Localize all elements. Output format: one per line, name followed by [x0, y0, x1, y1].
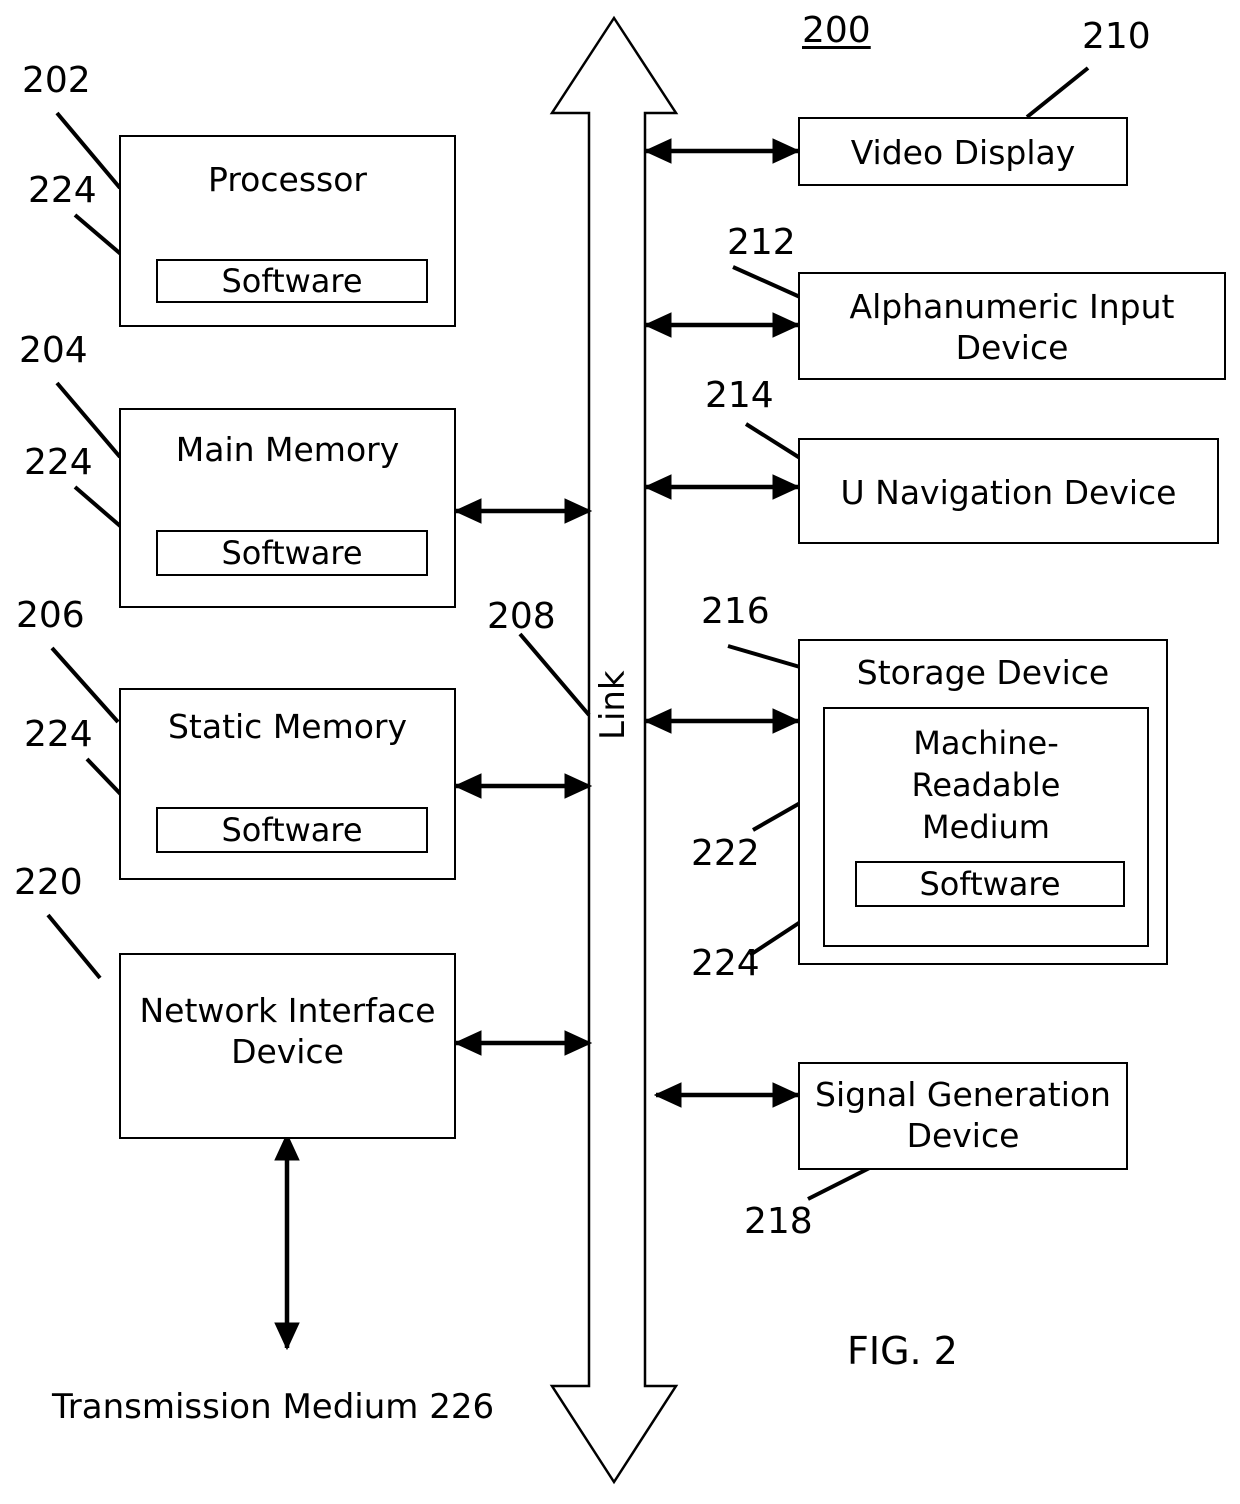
leader-206 [50, 646, 120, 724]
static-memory-label: Static Memory [167, 707, 408, 746]
ref-200-system: 200 [802, 10, 871, 51]
navigation-device-box[interactable]: U Navigation Device [798, 438, 1219, 544]
storage-software-box[interactable]: Software [855, 861, 1125, 907]
transmission-medium-label: Transmission Medium 226 [52, 1387, 495, 1427]
ref-210: 210 [1082, 16, 1151, 57]
leader-214 [744, 422, 802, 460]
leader-208 [518, 632, 591, 717]
ref-222: 222 [691, 833, 760, 874]
ref-220: 220 [14, 862, 83, 903]
processor-label: Processor [208, 160, 367, 199]
patent-figure-2: Processor Software Main Memory Software … [0, 0, 1240, 1504]
ref-206: 206 [16, 595, 85, 636]
signal-generation-device-label: Signal Generation Device [815, 1075, 1111, 1155]
figure-caption: FIG. 2 [847, 1329, 958, 1373]
main-memory-software-box[interactable]: Software [156, 530, 428, 576]
video-display-box[interactable]: Video Display [798, 117, 1128, 186]
static-memory-software-label: Software [221, 811, 363, 849]
link-bus-label: Link [593, 670, 633, 740]
leader-210 [1025, 66, 1090, 119]
signal-generation-device-box[interactable]: Signal Generation Device [798, 1062, 1128, 1170]
storage-device-box[interactable]: Storage Device Machine- Readable Medium … [798, 639, 1168, 965]
ref-202: 202 [22, 60, 91, 101]
static-memory-box[interactable]: Static Memory Software [119, 688, 456, 880]
machine-readable-medium-label: Machine- Readable Medium [911, 724, 1061, 846]
link-bus-arrow [549, 15, 679, 1485]
processor-box[interactable]: Processor Software [119, 135, 456, 327]
processor-software-label: Software [221, 262, 363, 300]
ref-224-static-memory: 224 [24, 714, 93, 755]
network-interface-device-label: Network Interface Device [139, 991, 436, 1071]
ref-212: 212 [727, 222, 796, 263]
main-memory-box[interactable]: Main Memory Software [119, 408, 456, 608]
storage-device-label: Storage Device [856, 653, 1110, 692]
ref-224-processor: 224 [28, 170, 97, 211]
storage-software-label: Software [919, 865, 1061, 903]
leader-216 [727, 644, 801, 669]
static-memory-software-box[interactable]: Software [156, 807, 428, 853]
machine-readable-medium-box[interactable]: Machine- Readable Medium Software [823, 707, 1149, 947]
ref-204: 204 [19, 330, 88, 371]
ref-218: 218 [744, 1201, 813, 1242]
ref-208: 208 [487, 596, 556, 637]
ref-216: 216 [701, 591, 770, 632]
main-memory-label: Main Memory [175, 430, 400, 469]
main-memory-software-label: Software [221, 534, 363, 572]
ref-214: 214 [705, 375, 774, 416]
alphanumeric-input-device-label: Alphanumeric Input Device [849, 287, 1175, 367]
alphanumeric-input-device-box[interactable]: Alphanumeric Input Device [798, 272, 1226, 380]
leader-220 [46, 913, 102, 980]
network-interface-device-box[interactable]: Network Interface Device [119, 953, 456, 1139]
leader-212 [732, 265, 801, 299]
processor-software-box[interactable]: Software [156, 259, 428, 303]
ref-224-medium: 224 [691, 943, 760, 984]
video-display-label: Video Display [850, 133, 1076, 172]
navigation-device-label: U Navigation Device [840, 473, 1177, 512]
ref-224-main-memory: 224 [24, 442, 93, 483]
